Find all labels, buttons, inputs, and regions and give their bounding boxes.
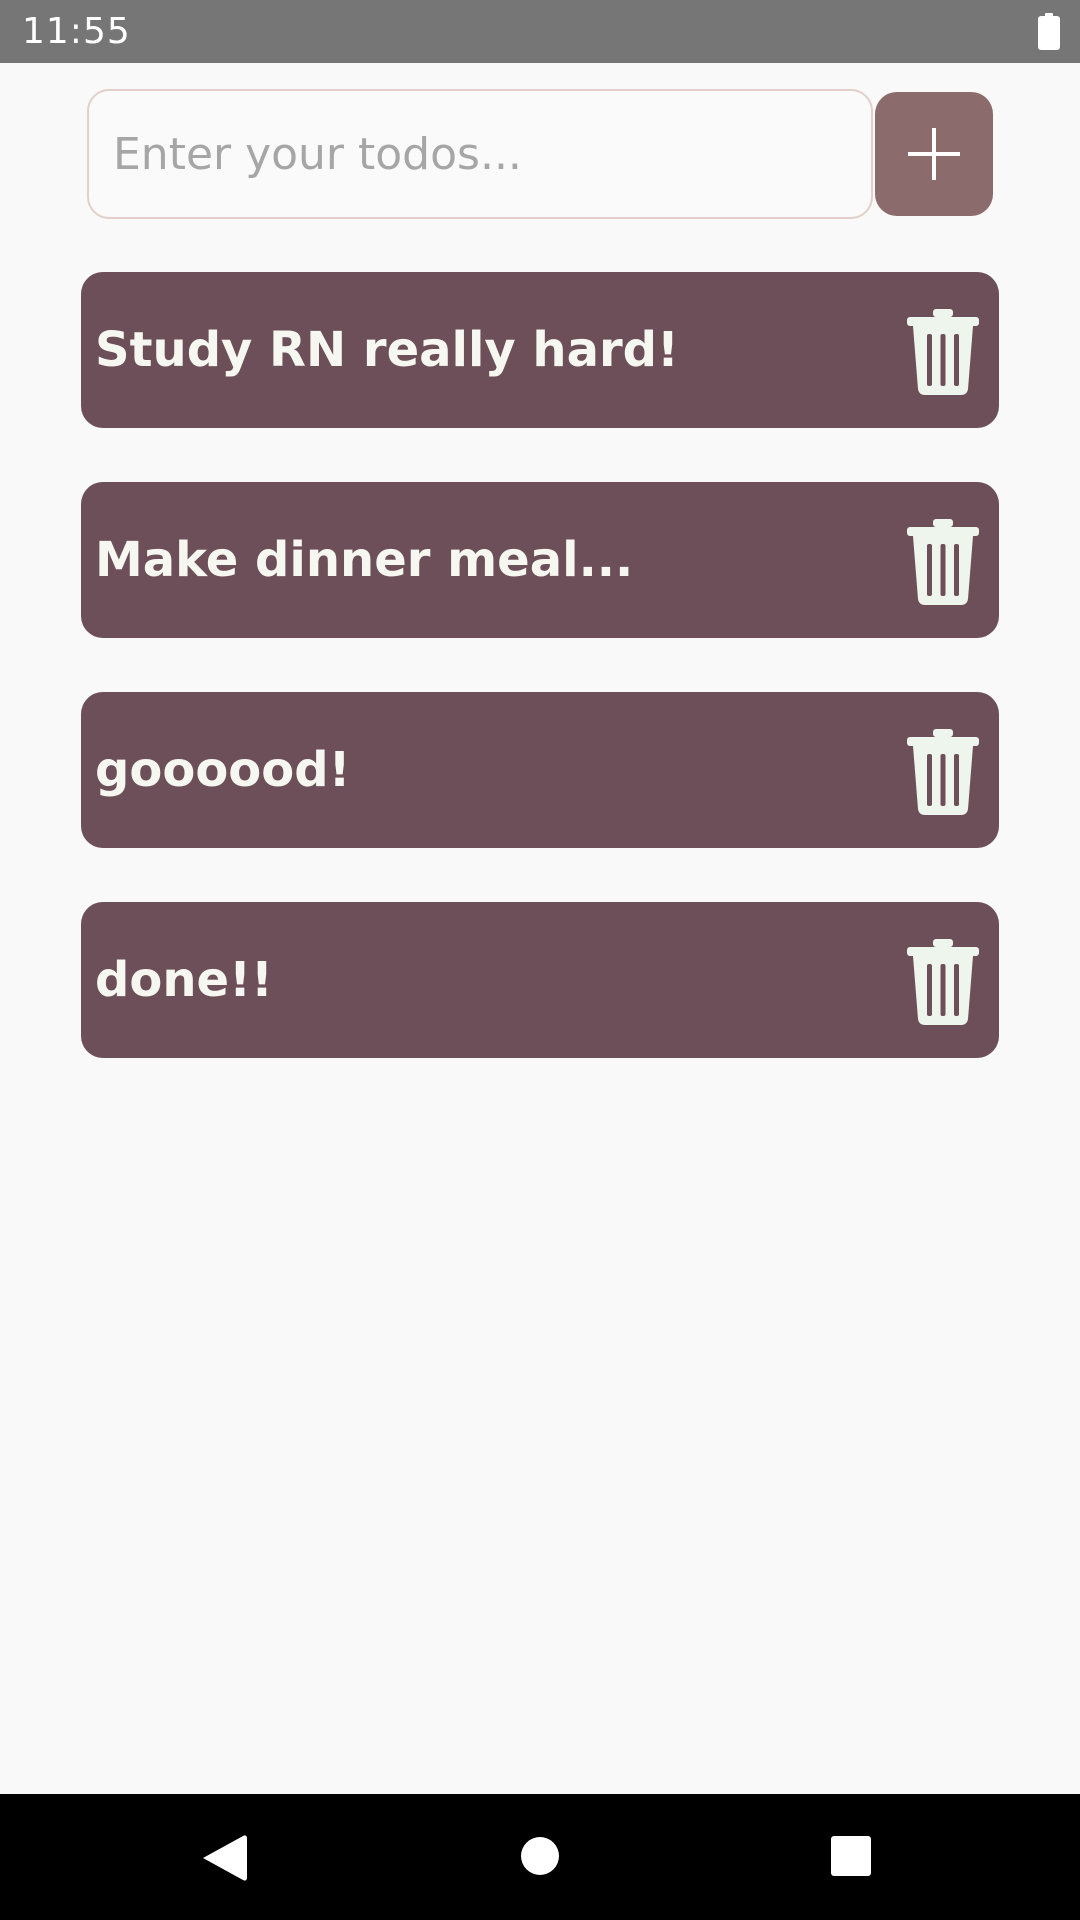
todo-input[interactable] xyxy=(87,89,873,219)
home-circle-icon[interactable] xyxy=(520,1836,560,1876)
delete-todo-button[interactable] xyxy=(907,729,979,815)
trash-icon xyxy=(907,309,979,395)
trash-icon xyxy=(907,519,979,605)
add-todo-button[interactable] xyxy=(875,92,993,216)
todo-item[interactable]: goooood! xyxy=(81,692,999,848)
todo-text: done!! xyxy=(95,952,273,1008)
status-bar: 11:55 xyxy=(0,0,1080,63)
todo-text: Study RN really hard! xyxy=(95,322,679,378)
delete-todo-button[interactable] xyxy=(907,939,979,1025)
battery-full-icon xyxy=(1038,13,1060,50)
delete-todo-button[interactable] xyxy=(907,519,979,605)
navigation-bar xyxy=(0,1794,1080,1920)
todo-text: Make dinner meal... xyxy=(95,532,634,588)
todo-item[interactable]: Make dinner meal... xyxy=(81,482,999,638)
back-triangle-icon[interactable] xyxy=(203,1834,247,1882)
todo-list: Study RN really hard! Make dinner meal..… xyxy=(81,272,999,1112)
todo-text: goooood! xyxy=(95,742,351,798)
plus-icon xyxy=(908,128,960,180)
status-time: 11:55 xyxy=(22,11,131,52)
delete-todo-button[interactable] xyxy=(907,309,979,395)
trash-icon xyxy=(907,939,979,1025)
trash-icon xyxy=(907,729,979,815)
todo-item[interactable]: Study RN really hard! xyxy=(81,272,999,428)
todo-item[interactable]: done!! xyxy=(81,902,999,1058)
recents-square-icon[interactable] xyxy=(831,1836,871,1876)
